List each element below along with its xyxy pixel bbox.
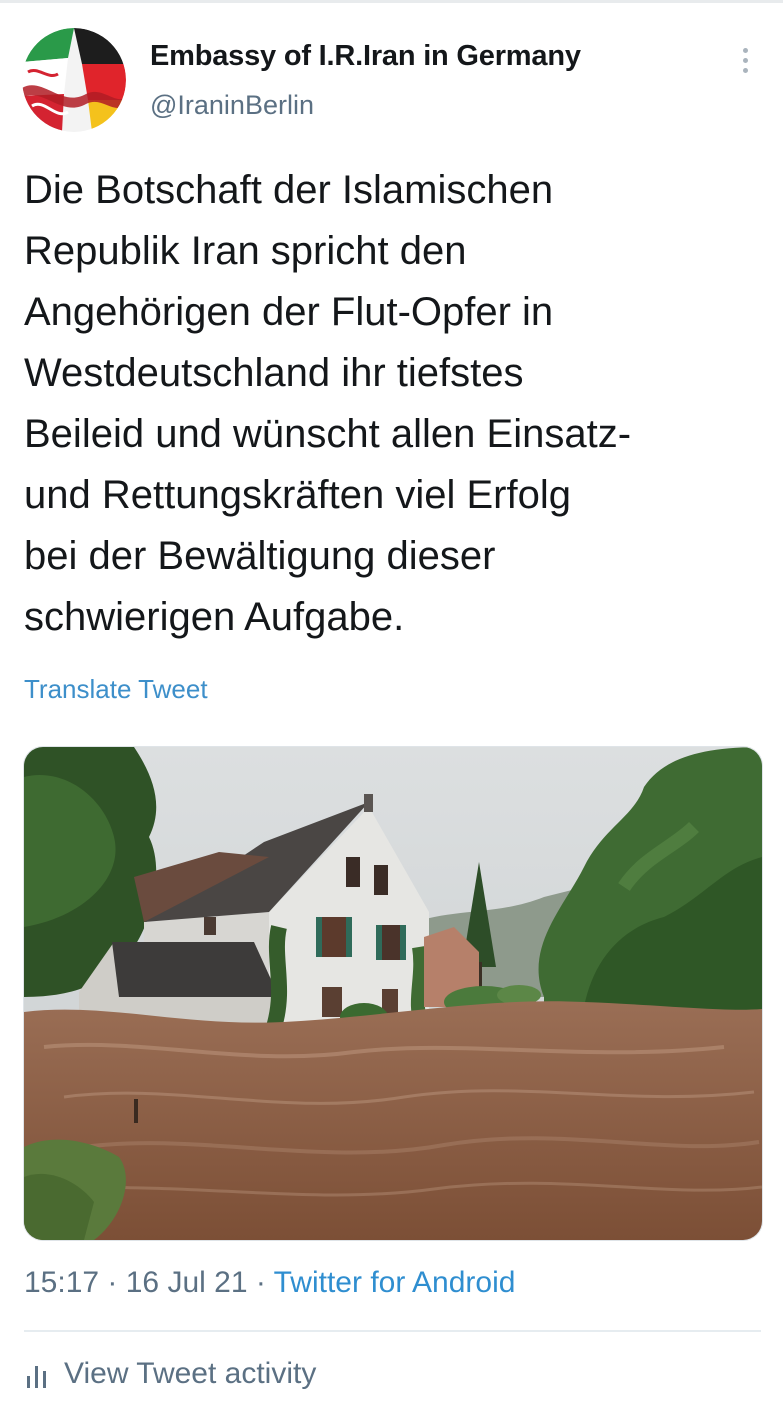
tweet-header: Embassy of I.R.Iran in Germany @IraninBe… <box>0 0 783 140</box>
tweet-text-line: schwierigen Aufgabe. <box>24 595 405 639</box>
display-name[interactable]: Embassy of I.R.Iran in Germany <box>150 40 581 73</box>
tweet-text-line: und Rettungskräften viel Erfolg <box>24 473 571 517</box>
tweet-text-line: Westdeutschland ihr tiefstes <box>24 351 524 395</box>
translate-tweet-link[interactable]: Translate Tweet <box>24 674 208 705</box>
more-options-button[interactable] <box>732 44 758 76</box>
vertical-dots-icon <box>742 47 748 53</box>
tweet-metadata: 15:17 · 16 Jul 21 · Twitter for Android <box>24 1266 515 1300</box>
meta-separator: · <box>247 1266 274 1299</box>
tweet-source-link[interactable]: Twitter for Android <box>274 1266 516 1299</box>
tweet-media-image[interactable] <box>23 746 763 1241</box>
account-handle[interactable]: @IraninBerlin <box>150 90 314 121</box>
divider <box>24 1330 761 1332</box>
tweet-date: 16 Jul 21 <box>125 1266 248 1299</box>
tweet-time: 15:17 <box>24 1266 100 1299</box>
view-tweet-activity-label: View Tweet activity <box>64 1357 317 1390</box>
tweet-text-line: Angehörigen der Flut-Opfer in <box>24 290 554 334</box>
iran-germany-flag-avatar-icon <box>22 28 126 132</box>
meta-separator: · <box>99 1266 126 1299</box>
tweet-text-line: bei der Bewältigung dieser <box>24 534 496 578</box>
tweet-text-line: Beileid und wünscht allen Einsatz- <box>24 412 632 456</box>
flooded-house-photo <box>24 747 762 1240</box>
tweet-text: Die Botschaft der Islamischen Republik I… <box>24 160 764 648</box>
tweet-text-line: Republik Iran spricht den <box>24 229 467 273</box>
profile-avatar[interactable] <box>22 28 126 132</box>
view-tweet-activity-button[interactable]: View Tweet activity <box>24 1354 316 1394</box>
bar-chart-icon <box>27 1366 46 1388</box>
tweet-text-line: Die Botschaft der Islamischen <box>24 168 554 212</box>
